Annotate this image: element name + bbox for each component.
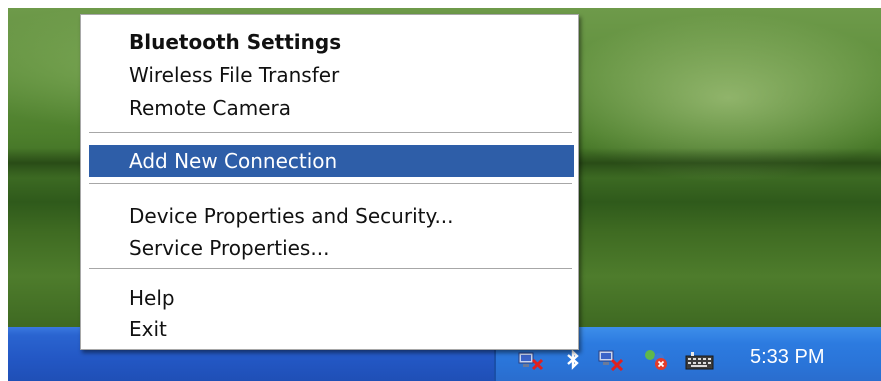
network-disconnected-icon[interactable] <box>598 349 624 371</box>
keyboard-icon[interactable] <box>685 349 715 371</box>
network-error-icon[interactable] <box>643 349 669 371</box>
menu-item-exit[interactable]: Exit <box>129 317 167 341</box>
menu-item-remote-camera[interactable]: Remote Camera <box>129 96 291 120</box>
menu-item-device-properties[interactable]: Device Properties and Security... <box>129 204 454 228</box>
menu-item-service-properties[interactable]: Service Properties... <box>129 236 329 260</box>
menu-separator <box>89 132 572 134</box>
menu-separator <box>89 268 572 270</box>
menu-item-wireless-file-transfer[interactable]: Wireless File Transfer <box>129 63 339 87</box>
bluetooth-context-menu: Bluetooth Settings Wireless File Transfe… <box>80 14 579 350</box>
taskbar-clock[interactable]: 5:33 PM <box>750 346 824 369</box>
menu-item-label: Add New Connection <box>129 149 338 173</box>
menu-item-bluetooth-settings[interactable]: Bluetooth Settings <box>129 30 341 54</box>
menu-item-add-new-connection[interactable]: Add New Connection <box>89 145 574 177</box>
menu-separator <box>89 183 572 185</box>
bluetooth-icon[interactable] <box>564 349 582 371</box>
menu-item-help[interactable]: Help <box>129 286 175 310</box>
network-disconnected-icon[interactable] <box>518 349 544 371</box>
